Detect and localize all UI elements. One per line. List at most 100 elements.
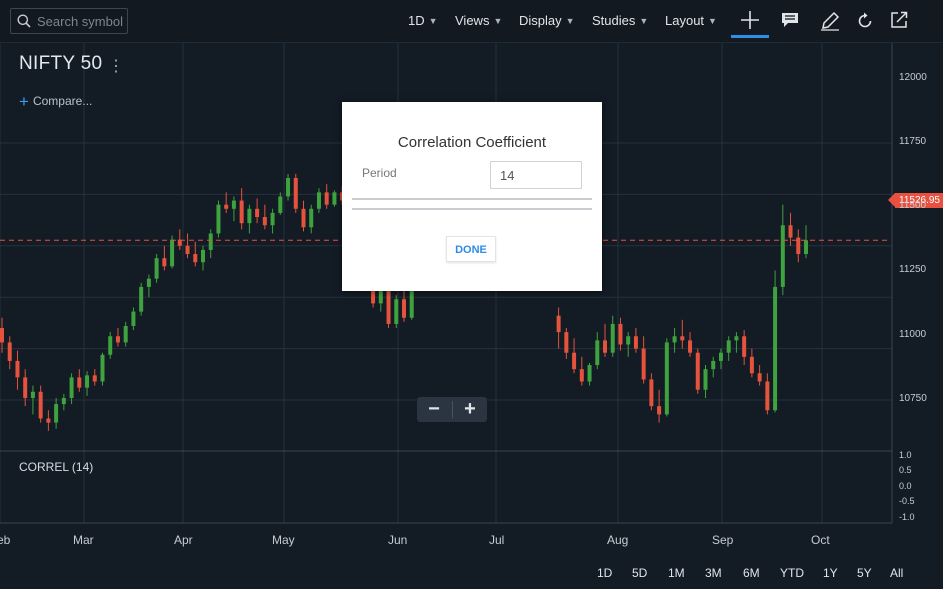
candle-body <box>718 352 723 361</box>
candle-body <box>262 217 267 226</box>
candle-body <box>618 323 623 345</box>
time-tick: May <box>272 533 295 547</box>
dialog-divider <box>352 198 592 200</box>
candle-body <box>742 336 747 357</box>
range-5d-button[interactable]: 5D <box>632 566 647 580</box>
candle-body <box>247 208 252 224</box>
period-input[interactable] <box>490 161 582 189</box>
candle-body <box>757 373 762 382</box>
study-tick: -1.0 <box>899 512 915 522</box>
time-tick: Jul <box>489 533 505 547</box>
candle-body <box>564 332 569 353</box>
candle-body <box>293 177 298 209</box>
candle-body <box>556 315 561 333</box>
candle-body <box>664 342 669 415</box>
last-price-arrow <box>888 193 895 207</box>
candle-body <box>626 336 631 345</box>
candle-body <box>69 377 74 398</box>
candle-body <box>765 381 770 411</box>
range-all-button[interactable]: All <box>890 566 903 580</box>
candle-body <box>15 360 20 378</box>
zoom-out-button[interactable]: − <box>417 397 451 422</box>
candle-body <box>734 336 739 341</box>
candle-body <box>324 192 329 205</box>
candle-body <box>123 325 128 343</box>
candle-body <box>270 212 275 226</box>
candle-body <box>657 406 662 415</box>
candle-body <box>208 233 213 250</box>
candle-body <box>23 377 28 398</box>
candle-body <box>278 196 283 213</box>
candle-body <box>641 348 646 380</box>
candle-body <box>224 204 229 209</box>
range-1m-button[interactable]: 1M <box>668 566 685 580</box>
dialog-divider <box>352 208 592 210</box>
time-tick: Apr <box>174 533 193 547</box>
time-tick: Aug <box>607 533 629 547</box>
candle-body <box>286 177 291 197</box>
candle-body <box>0 328 4 343</box>
candle-body <box>30 391 35 398</box>
price-tick: 12000 <box>899 72 927 83</box>
range-1d-button[interactable]: 1D <box>597 566 612 580</box>
price-tick: 11500 <box>899 200 927 211</box>
candle-body <box>54 404 59 423</box>
study-tick: 1.0 <box>899 450 912 460</box>
candle-body <box>610 323 615 353</box>
range-5y-button[interactable]: 5Y <box>857 566 872 580</box>
candle-body <box>7 342 12 361</box>
study-settings-dialog: Correlation Coefficient Period DONE <box>342 102 602 291</box>
candle-body <box>695 352 700 390</box>
candle-body <box>773 286 778 411</box>
candle-body <box>201 249 205 263</box>
candle-body <box>394 299 399 324</box>
candle-body <box>788 225 793 238</box>
candle-body <box>780 225 785 287</box>
candle-body <box>603 340 607 353</box>
candle-body <box>332 192 337 205</box>
study-tick: -0.5 <box>899 496 915 506</box>
candle-body <box>633 336 638 349</box>
range-3m-button[interactable]: 3M <box>705 566 722 580</box>
range-1y-button[interactable]: 1Y <box>823 566 838 580</box>
compare-button[interactable]: + Compare... <box>19 92 92 112</box>
study-label[interactable]: CORREL (14) <box>19 460 93 474</box>
price-chart[interactable] <box>0 0 943 589</box>
range-selector: 1D 5D 1M 3M 6M YTD 1Y 5Y All <box>0 559 943 589</box>
candle-body <box>688 340 693 353</box>
candle-body <box>85 375 90 388</box>
candle-body <box>703 369 708 390</box>
candle-body <box>154 258 159 279</box>
candle-body <box>108 336 113 355</box>
study-tick: 0.0 <box>899 481 912 491</box>
symbol-menu-icon[interactable]: ⋮ <box>108 56 124 76</box>
candle-body <box>579 369 584 382</box>
period-label: Period <box>362 166 397 180</box>
symbol-title[interactable]: NIFTY 50 <box>19 53 102 75</box>
price-tick: 11000 <box>899 329 927 340</box>
candle-body <box>680 336 685 341</box>
candle-body <box>711 360 716 370</box>
zoom-in-button[interactable]: + <box>453 397 487 422</box>
candle-body <box>402 299 406 318</box>
plus-icon: + <box>19 92 29 111</box>
time-tick: Mar <box>73 533 94 547</box>
candle-body <box>386 291 391 324</box>
candle-body <box>131 311 136 326</box>
candle-body <box>146 278 151 287</box>
candle-body <box>672 336 677 343</box>
candle-body <box>309 208 314 228</box>
range-ytd-button[interactable]: YTD <box>780 566 804 580</box>
dialog-title: Correlation Coefficient <box>397 134 547 151</box>
candle-body <box>239 200 244 224</box>
done-button[interactable]: DONE <box>446 236 496 262</box>
zoom-controls: − + <box>417 397 487 422</box>
study-tick: 0.5 <box>899 465 912 475</box>
candle-body <box>804 240 808 255</box>
range-6m-button[interactable]: 6M <box>743 566 760 580</box>
candle-body <box>726 340 731 353</box>
candle-body <box>162 258 167 267</box>
time-tick: Sep <box>712 533 734 547</box>
candle-body <box>193 254 198 263</box>
candle-body <box>255 208 260 218</box>
